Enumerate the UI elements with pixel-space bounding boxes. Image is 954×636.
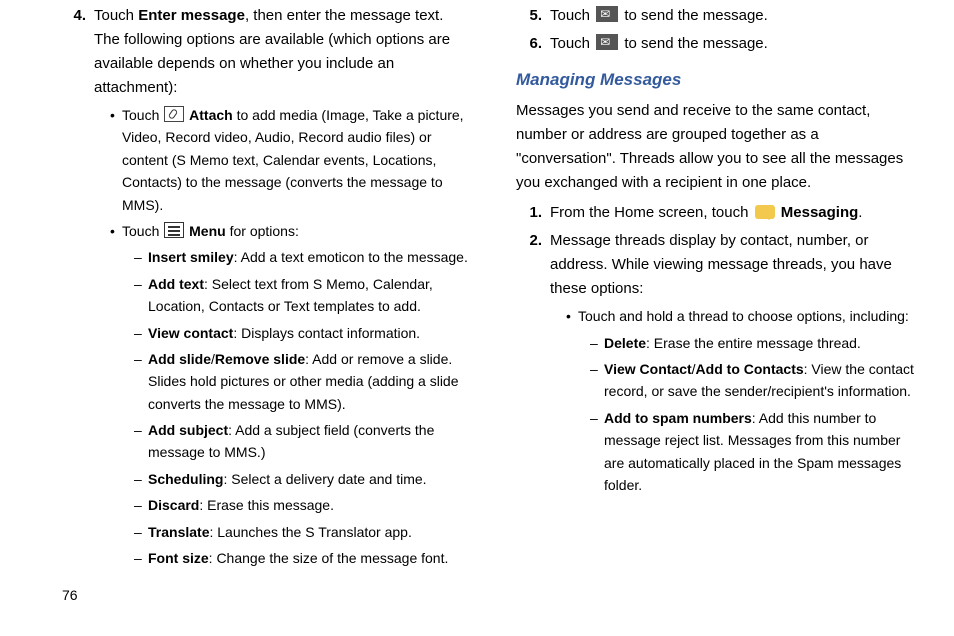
step-6: 6. Touch to send the message. — [516, 32, 914, 56]
page-number: 76 — [62, 584, 78, 606]
dash: – — [134, 273, 148, 318]
delete-option: – Delete: Erase the entire message threa… — [590, 332, 914, 354]
dash: – — [134, 419, 148, 464]
hold-option: • Touch and hold a thread to choose opti… — [566, 305, 914, 496]
insert-smiley-option: – Insert smiley: Add a text emoticon to … — [134, 246, 472, 268]
dash: – — [590, 332, 604, 354]
text: Touch — [94, 7, 138, 24]
dash: – — [590, 407, 604, 497]
step-body: Touch Enter message, then enter the mess… — [94, 4, 472, 569]
step-5: 5. Touch to send the message. — [516, 4, 914, 28]
text: Touch and hold a thread to choose option… — [578, 308, 909, 324]
text: to send the message. — [620, 35, 768, 52]
text: View Contact/Add to Contacts: View the c… — [604, 358, 914, 403]
bold-text: Menu — [189, 223, 226, 239]
text: Message threads display by contact, numb… — [550, 232, 892, 297]
option-body: Touch Menu for options: – Insert smiley:… — [122, 220, 472, 569]
step-number: 4. — [60, 4, 94, 569]
add-slide-option: – Add slide/Remove slide: Add or remove … — [134, 348, 472, 415]
text: Font size: Change the size of the messag… — [148, 547, 448, 569]
bullet: • — [566, 305, 578, 496]
discard-option: – Discard: Erase this message. — [134, 494, 472, 516]
text: Touch — [122, 107, 163, 123]
right-column: 5. Touch to send the message. 6. Touch t… — [492, 4, 924, 573]
text: View contact: Displays contact informati… — [148, 322, 420, 344]
bullet: • — [110, 220, 122, 569]
text: to send the message. — [620, 7, 768, 24]
step-number: 2. — [516, 229, 550, 496]
step-body: Touch to send the message. — [550, 32, 914, 56]
send-icon — [596, 34, 618, 50]
messaging-icon — [755, 205, 775, 219]
text: Add text: Select text from S Memo, Calen… — [148, 273, 472, 318]
section-heading: Managing Messages — [516, 66, 914, 93]
step-number: 6. — [516, 32, 550, 56]
translate-option: – Translate: Launches the S Translator a… — [134, 521, 472, 543]
text: . — [858, 204, 862, 221]
step-4: 4. Touch Enter message, then enter the m… — [60, 4, 472, 569]
menu-option: • Touch Menu for options: – Insert smile… — [110, 220, 472, 569]
dash: – — [590, 358, 604, 403]
step-number: 5. — [516, 4, 550, 28]
page-content: 4. Touch Enter message, then enter the m… — [0, 0, 954, 603]
bullet: • — [110, 104, 122, 216]
dash: – — [134, 494, 148, 516]
menu-icon — [164, 222, 184, 238]
text: Translate: Launches the S Translator app… — [148, 521, 412, 543]
menu-suboptions: – Insert smiley: Add a text emoticon to … — [122, 246, 472, 569]
text: Insert smiley: Add a text emoticon to th… — [148, 246, 468, 268]
section-intro: Messages you send and receive to the sam… — [516, 99, 914, 195]
add-subject-option: – Add subject: Add a subject field (conv… — [134, 419, 472, 464]
bold-text: Enter message — [138, 7, 245, 24]
text: Add to spam numbers: Add this number to … — [604, 407, 914, 497]
option-body: Touch Attach to add media (Image, Take a… — [122, 104, 472, 216]
font-size-option: – Font size: Change the size of the mess… — [134, 547, 472, 569]
text: Touch — [550, 7, 594, 24]
send-icon — [596, 6, 618, 22]
step-body: From the Home screen, touch Messaging. — [550, 201, 914, 225]
scheduling-option: – Scheduling: Select a delivery date and… — [134, 468, 472, 490]
hold-suboptions: – Delete: Erase the entire message threa… — [578, 332, 914, 497]
thread-options: • Touch and hold a thread to choose opti… — [550, 305, 914, 496]
bold-text: Messaging — [781, 204, 859, 221]
option-body: Touch and hold a thread to choose option… — [578, 305, 914, 496]
text: for options: — [226, 223, 299, 239]
bold-text: Attach — [189, 107, 233, 123]
dash: – — [134, 547, 148, 569]
text: Touch — [122, 223, 163, 239]
dash: – — [134, 246, 148, 268]
view-add-contact-option: – View Contact/Add to Contacts: View the… — [590, 358, 914, 403]
text: Add slide/Remove slide: Add or remove a … — [148, 348, 472, 415]
text: Scheduling: Select a delivery date and t… — [148, 468, 427, 490]
text: Add subject: Add a subject field (conver… — [148, 419, 472, 464]
spam-option: – Add to spam numbers: Add this number t… — [590, 407, 914, 497]
add-text-option: – Add text: Select text from S Memo, Cal… — [134, 273, 472, 318]
dash: – — [134, 348, 148, 415]
managing-step-2: 2. Message threads display by contact, n… — [516, 229, 914, 496]
dash: – — [134, 521, 148, 543]
attach-option: • Touch Attach to add media (Image, Take… — [110, 104, 472, 216]
sub-options: • Touch Attach to add media (Image, Take… — [94, 104, 472, 569]
text: to add media (Image, Take a picture, Vid… — [122, 107, 464, 213]
left-column: 4. Touch Enter message, then enter the m… — [60, 4, 492, 573]
managing-step-1: 1. From the Home screen, touch Messaging… — [516, 201, 914, 225]
dash: – — [134, 322, 148, 344]
text: Delete: Erase the entire message thread. — [604, 332, 861, 354]
text: Touch — [550, 35, 594, 52]
dash: – — [134, 468, 148, 490]
step-body: Message threads display by contact, numb… — [550, 229, 914, 496]
step-body: Touch to send the message. — [550, 4, 914, 28]
view-contact-option: – View contact: Displays contact informa… — [134, 322, 472, 344]
attach-icon — [164, 106, 184, 122]
text: Discard: Erase this message. — [148, 494, 334, 516]
text: From the Home screen, touch — [550, 204, 753, 221]
step-number: 1. — [516, 201, 550, 225]
